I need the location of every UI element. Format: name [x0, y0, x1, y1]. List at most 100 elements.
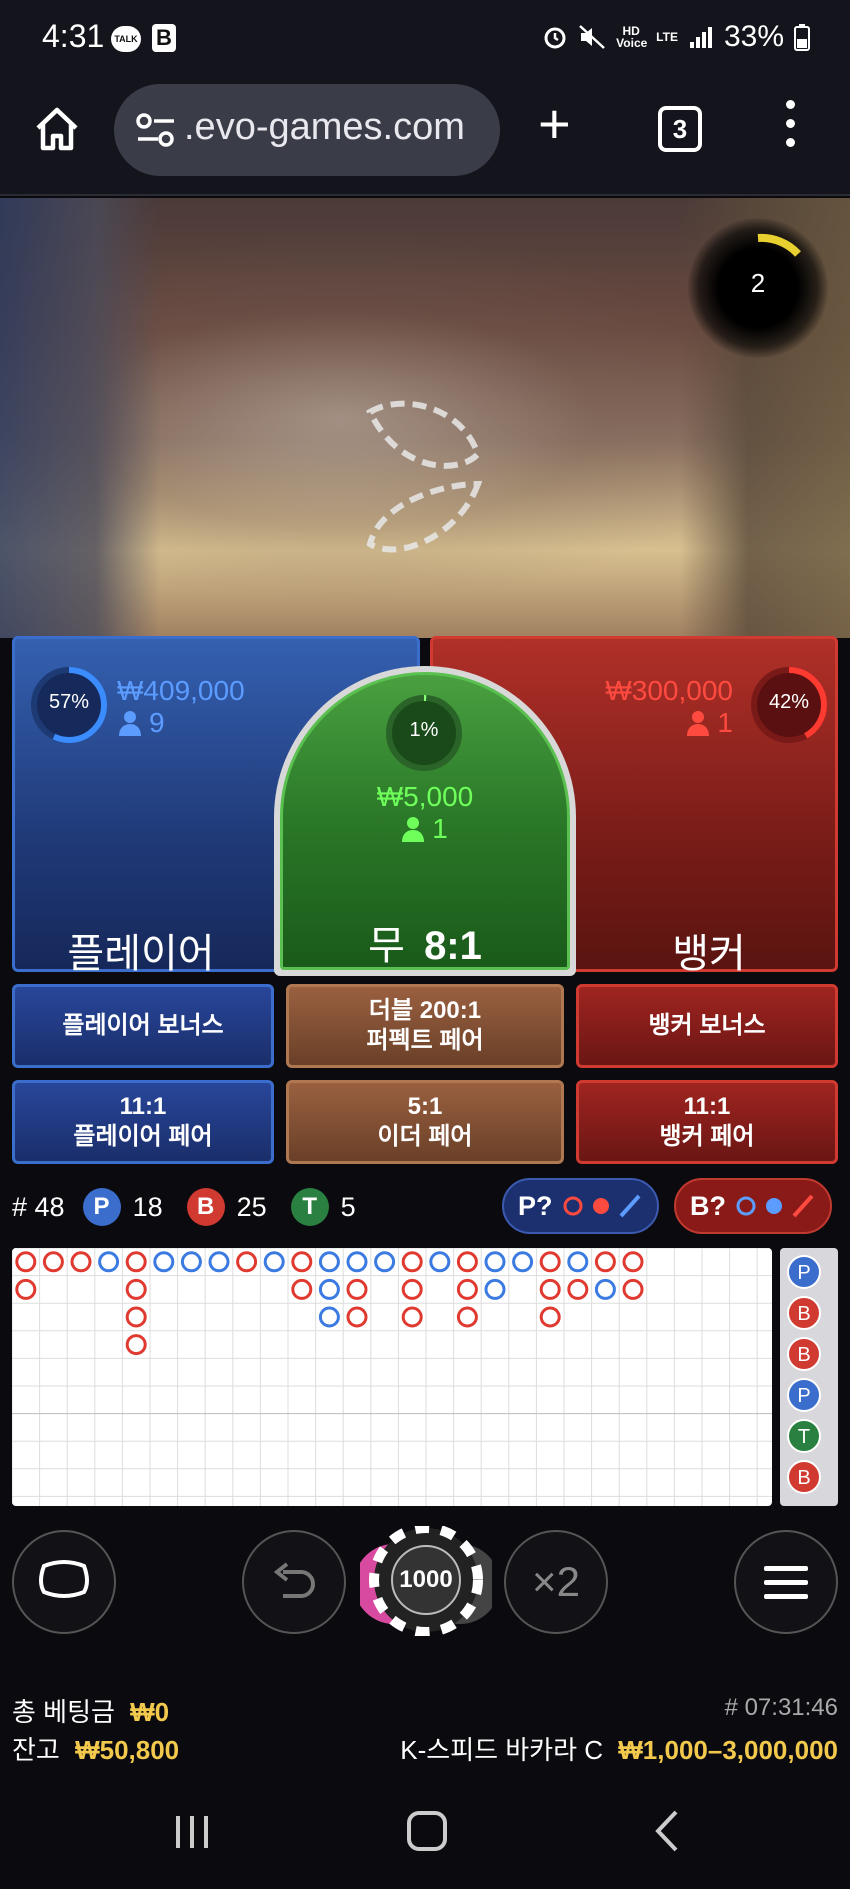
total-bet-value: ₩0 — [130, 1697, 170, 1727]
chip-selector[interactable]: 1000 — [354, 1523, 500, 1637]
home-nav-icon[interactable] — [404, 1808, 450, 1854]
big-road-mark — [539, 1306, 561, 1328]
big-road-mark — [125, 1251, 147, 1273]
tie-badge: T — [290, 1188, 329, 1226]
balance-value: ₩50,800 — [75, 1735, 180, 1765]
shoe-statistics: # 48 P 18 B 25 T 5 — [12, 1182, 356, 1232]
banker-predict-button[interactable]: B? — [674, 1178, 832, 1234]
user-icon — [687, 711, 710, 736]
banker-bettor-count: 1 — [687, 707, 733, 739]
big-road-mark — [484, 1251, 506, 1273]
alarm-icon — [544, 27, 566, 49]
banker-bet-amount: ₩300,000 — [605, 675, 733, 706]
big-road-mark — [456, 1306, 478, 1328]
tie-win-count: 5 — [340, 1191, 356, 1222]
tab-count-button[interactable]: 3 — [658, 106, 702, 152]
lte-icon: LTE — [656, 30, 678, 44]
bet-area: 57% ₩409,000 9 플레이어 42% ₩300,000 1 뱅커 1%… — [0, 632, 850, 976]
status-time: 4:31 — [42, 18, 105, 54]
hamburger-menu-icon — [764, 1566, 808, 1599]
big-road-mark — [401, 1278, 423, 1300]
bead-road-panel[interactable]: PBBPTB — [780, 1248, 838, 1506]
chip-value: 1000 — [399, 1566, 453, 1593]
live-video-feed: 2 — [0, 198, 850, 638]
player-percent: 57% — [48, 691, 90, 713]
either-pair-button[interactable]: 5:1 이더 페어 — [286, 1080, 564, 1164]
home-icon[interactable] — [32, 104, 82, 154]
player-win-count: 18 — [132, 1191, 163, 1222]
total-bet: 총 베팅금 ₩0 — [12, 1697, 170, 1727]
svg-text:B: B — [797, 1303, 810, 1325]
chat-button[interactable] — [12, 1530, 116, 1634]
big-road-mark — [429, 1251, 451, 1273]
more-menu-icon[interactable] — [780, 100, 800, 160]
big-road-mark — [456, 1278, 478, 1300]
big-road-mark — [318, 1251, 340, 1273]
big-road-mark — [401, 1251, 423, 1273]
round-timer-value: 2 — [750, 268, 766, 298]
big-road-mark — [567, 1278, 589, 1300]
recent-apps-icon[interactable] — [170, 1810, 214, 1854]
round-timer: 2 — [688, 218, 828, 358]
big-road-mark — [512, 1251, 534, 1273]
kakaotalk-icon: TALK — [111, 26, 141, 52]
big-road-mark — [291, 1251, 313, 1273]
player-predict-button[interactable]: P? — [502, 1178, 659, 1234]
battery-icon — [794, 24, 810, 51]
big-road-mark — [346, 1278, 368, 1300]
bead-B: B — [787, 1296, 821, 1330]
perfect-pair-button[interactable]: 더블 200:1 퍼펙트 페어 — [286, 984, 564, 1068]
browser-toolbar: .evo-games.com + 3 — [0, 78, 850, 196]
signal-icon — [689, 27, 712, 48]
address-bar[interactable]: .evo-games.com — [114, 84, 500, 176]
big-road-mark — [346, 1251, 368, 1273]
big-road-mark — [70, 1251, 92, 1273]
tie-payout: 8:1 — [424, 924, 482, 968]
player-label: 플레이어 — [67, 932, 215, 976]
back-icon[interactable] — [648, 1808, 688, 1854]
bead-B: B — [787, 1460, 821, 1494]
banker-percent: 42% — [768, 691, 810, 713]
big-road-mark — [236, 1251, 258, 1273]
big-road-mark — [401, 1306, 423, 1328]
undo-icon — [273, 1562, 315, 1598]
big-road-mark — [539, 1251, 561, 1273]
player-pair-button[interactable]: 11:1 플레이어 페어 — [12, 1080, 274, 1164]
banker-badge: B — [186, 1188, 225, 1226]
big-road-mark — [622, 1278, 644, 1300]
big-road-mark — [180, 1251, 202, 1273]
big-road-mark — [125, 1334, 147, 1356]
loading-spinner-icon — [366, 400, 483, 553]
svg-text:B: B — [797, 1467, 810, 1489]
undo-button[interactable] — [242, 1530, 346, 1634]
status-icons: HD Voice LTE 33% — [542, 20, 810, 54]
round-number: # 48 — [12, 1191, 65, 1222]
bead-B: B — [787, 1337, 821, 1371]
tie-bet-spot[interactable]: 1% ₩5,000 1 무 8:1 — [280, 672, 570, 970]
double-bet-button[interactable]: ×2 — [504, 1530, 608, 1634]
scoreboard-roadmap[interactable] — [12, 1248, 772, 1506]
site-settings-icon[interactable] — [134, 110, 178, 150]
chat-bubble-icon — [39, 1560, 89, 1598]
big-road-mark — [208, 1251, 230, 1273]
tie-percent: 1% — [409, 719, 439, 741]
mute-icon — [579, 25, 606, 49]
big-road-mark — [539, 1278, 561, 1300]
menu-button[interactable] — [734, 1530, 838, 1634]
big-road-mark — [456, 1251, 478, 1273]
banker-bonus-button[interactable]: 뱅커 보너스 — [576, 984, 838, 1068]
banker-pair-button[interactable]: 11:1 뱅커 페어 — [576, 1080, 838, 1164]
big-road-mark — [594, 1278, 616, 1300]
bead-T: T — [787, 1419, 821, 1453]
tie-bet-spot-frame: 1% ₩5,000 1 무 8:1 — [274, 666, 576, 976]
svg-text:P: P — [797, 1262, 810, 1284]
bead-road-grid: PBBPTB — [787, 1255, 821, 1494]
roadmap-grid — [12, 1248, 772, 1506]
big-road-mark — [484, 1278, 506, 1300]
tie-bettor-count: 1 — [283, 813, 567, 845]
predict-pattern-icon — [563, 1194, 641, 1218]
new-tab-button[interactable]: + — [538, 96, 571, 152]
player-bonus-button[interactable]: 플레이어 보너스 — [12, 984, 274, 1068]
big-road-mark — [125, 1278, 147, 1300]
big-road-mark — [318, 1278, 340, 1300]
